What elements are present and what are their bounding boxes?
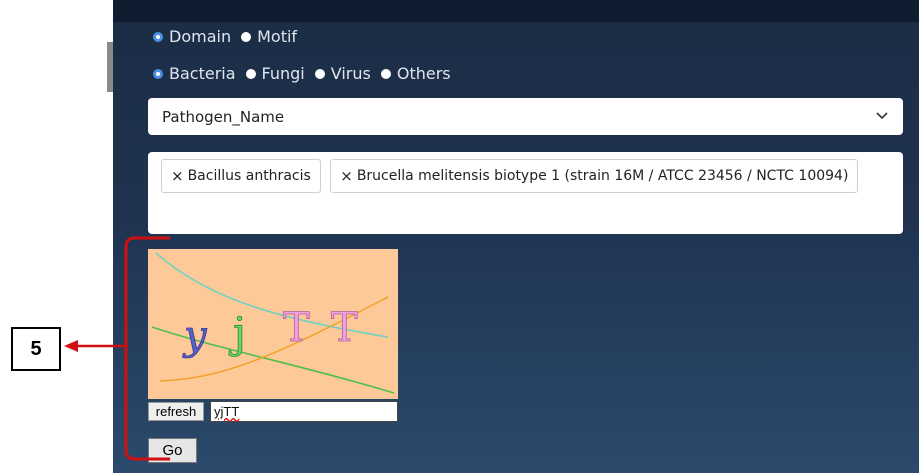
- annotation-arrow-head-icon: [64, 340, 78, 352]
- annotation-overlay: [64, 236, 170, 461]
- annotation-number: 5: [11, 327, 61, 371]
- annotation-bracket: [124, 236, 170, 461]
